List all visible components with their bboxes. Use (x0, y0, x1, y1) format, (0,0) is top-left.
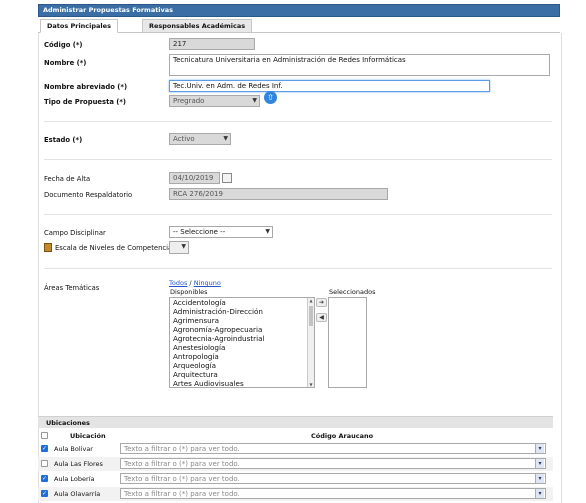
list-item[interactable]: Artes Audiovisuales (170, 379, 314, 388)
tipo-propuesta-value: Pregrado (173, 97, 205, 105)
escala-label: Escala de Niveles de Competencias (55, 244, 176, 252)
ubicaciones-header: Ubicaciones (38, 416, 553, 428)
edit-icon (44, 243, 52, 252)
add-arrow-button[interactable]: ➔ (316, 298, 327, 307)
campo-disciplinar-value: -- Seleccione -- (173, 228, 226, 236)
estado-value: Activo (173, 135, 195, 143)
scrollbar[interactable]: ▲ ▼ (307, 298, 314, 387)
estado-select[interactable]: Activo ▼ (169, 133, 231, 145)
list-item[interactable]: Accidentología (170, 298, 314, 307)
filter-placeholder: Texto a filtrar o (*) para ver todo. (124, 475, 240, 483)
list-item[interactable]: Antropología (170, 352, 314, 361)
chevron-down-icon[interactable]: ▾ (535, 459, 544, 468)
remove-arrow-button[interactable]: ◀ (316, 313, 327, 322)
ninguno-link[interactable]: Ninguno (194, 279, 221, 287)
list-item[interactable]: Anestesiología (170, 343, 314, 352)
escala-select[interactable]: ▼ (169, 241, 189, 254)
nombre-abreviado-label: Nombre abreviado (*) (44, 83, 128, 91)
list-item[interactable]: Arquitectura (170, 370, 314, 379)
disponibles-items: Accidentología Administración-Dirección Ag… (170, 298, 314, 388)
link-separator: / (189, 279, 192, 287)
row-checkbox[interactable]: ✓ (41, 490, 48, 497)
ubicacion-name: Aula Olavarría (54, 490, 101, 498)
ubicaciones-title: Ubicaciones (46, 419, 90, 427)
chevron-down-icon[interactable]: ▾ (535, 444, 544, 453)
row-checkbox[interactable]: ✓ (41, 445, 48, 452)
table-row: ✓ Aula Bolivar Texto a filtrar o (*) para … (38, 442, 553, 456)
documento-label: Documento Respaldatorio (44, 191, 133, 199)
tab-datos-principales[interactable]: Datos Principales (40, 19, 118, 33)
scrollbar-thumb[interactable] (309, 306, 313, 326)
filter-placeholder: Texto a filtrar o (*) para ver todo. (124, 460, 240, 468)
select-all-checkbox[interactable] (41, 432, 48, 439)
arrow-up-circle-icon[interactable]: ⇧ (264, 91, 277, 104)
disponibles-listbox[interactable]: Accidentología Administración-Dirección Ag… (169, 297, 315, 388)
divider (44, 121, 552, 122)
nombre-textarea[interactable]: Tecnicatura Universitaria en Administrac… (169, 54, 550, 76)
window-titlebar: Administrar Propuestas Formativas (38, 4, 560, 17)
filter-placeholder: Texto a filtrar o (*) para ver todo. (124, 490, 240, 498)
tipo-propuesta-label: Tipo de Propuesta (*) (44, 98, 127, 106)
list-item[interactable]: Agrotecnia-Agroindustrial (170, 334, 314, 343)
estado-label: Estado (*) (44, 136, 83, 144)
tab-responsables-academicas[interactable]: Responsables Académicas (142, 19, 253, 33)
fecha-alta-field[interactable]: 04/10/2019 (169, 172, 220, 184)
chevron-down-icon: ▼ (252, 97, 257, 104)
areas-select-links: Todos / Ninguno (169, 279, 221, 287)
divider (44, 159, 552, 160)
row-checkbox[interactable] (41, 460, 48, 467)
calendar-icon[interactable] (222, 173, 232, 183)
col-ubicacion: Ubicación (70, 432, 106, 440)
ubicacion-name: Aula Las Flores (54, 460, 103, 468)
col-codigo-araucano: Código Araucano (311, 432, 374, 440)
seleccionados-label: Seleccionados (329, 288, 376, 296)
row-checkbox[interactable]: ✓ (41, 475, 48, 482)
list-item[interactable]: Arqueología (170, 361, 314, 370)
table-row: ✓ Aula Lobería Texto a filtrar o (*) para … (38, 472, 553, 486)
nombre-abreviado-input[interactable]: Tec.Univ. en Adm. de Redes Inf. (169, 80, 490, 92)
table-row: Aula Las Flores Texto a filtrar o (*) par… (38, 457, 553, 471)
chevron-down-icon: ▼ (181, 243, 186, 250)
areas-label: Áreas Temáticas (44, 284, 100, 292)
divider (44, 268, 552, 269)
tab-bar: Datos Principales Responsables Académica… (38, 19, 560, 33)
list-item[interactable]: Agrimensura (170, 316, 314, 325)
codigo-field[interactable]: 217 (169, 38, 255, 50)
fecha-alta-label: Fecha de Alta (44, 175, 91, 183)
seleccionados-listbox[interactable] (328, 297, 367, 388)
codigo-araucano-filter[interactable]: Texto a filtrar o (*) para ver todo. ▾ (120, 473, 546, 484)
codigo-label: Código (*) (44, 41, 83, 49)
chevron-down-icon[interactable]: ▾ (535, 489, 544, 498)
documento-field[interactable]: RCA 276/2019 (169, 188, 388, 200)
codigo-araucano-filter[interactable]: Texto a filtrar o (*) para ver todo. ▾ (120, 443, 546, 454)
campo-disciplinar-select[interactable]: -- Seleccione -- ▼ (169, 226, 273, 238)
campo-disciplinar-label: Campo Disciplinar (44, 229, 106, 237)
disponibles-label: Disponibles (170, 288, 208, 296)
codigo-araucano-filter[interactable]: Texto a filtrar o (*) para ver todo. ▾ (120, 488, 546, 499)
scroll-down-icon[interactable]: ▼ (308, 382, 314, 387)
chevron-down-icon: ▼ (223, 135, 228, 142)
ubicacion-name: Aula Lobería (54, 475, 95, 483)
chevron-down-icon[interactable]: ▾ (535, 474, 544, 483)
scroll-up-icon[interactable]: ▲ (308, 298, 314, 303)
ubicacion-name: Aula Bolivar (54, 445, 93, 453)
tipo-propuesta-select[interactable]: Pregrado ▼ (169, 95, 260, 107)
nombre-label: Nombre (*) (44, 59, 87, 67)
codigo-araucano-filter[interactable]: Texto a filtrar o (*) para ver todo. ▾ (120, 458, 546, 469)
list-item[interactable]: Administración-Dirección (170, 307, 314, 316)
filter-placeholder: Texto a filtrar o (*) para ver todo. (124, 445, 240, 453)
divider (44, 214, 552, 215)
chevron-down-icon: ▼ (265, 228, 270, 235)
window-title: Administrar Propuestas Formativas (43, 6, 174, 14)
list-item[interactable]: Agronomía-Agropecuaria (170, 325, 314, 334)
todos-link[interactable]: Todos (169, 279, 187, 287)
